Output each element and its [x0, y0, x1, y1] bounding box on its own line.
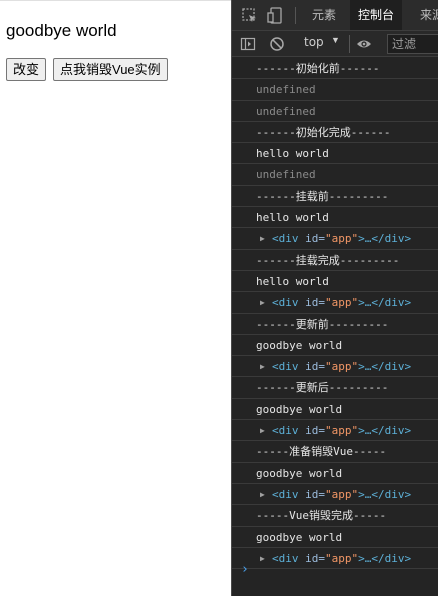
live-expression-eye-icon[interactable] [356, 36, 372, 52]
console-log-row: ------初始化完成------ [232, 122, 438, 144]
element-tag: <div id="app">…</div> [272, 360, 411, 373]
element-tag-part: <div [272, 551, 306, 565]
console-undefined-row: undefined [232, 101, 438, 122]
tab-console[interactable]: 控制台 [350, 0, 403, 30]
console-log-row: -----准备销毁Vue----- [232, 441, 438, 463]
console-log-row: hello world [232, 271, 438, 293]
devtools-panel: 元素 控制台 来源 top ▼ 过滤 ------初始化前------undef… [231, 0, 438, 596]
console-undefined-row: undefined [232, 79, 438, 101]
console-toolbar: top ▼ 过滤 [232, 31, 438, 57]
console-log-row: ------更新前--------- [232, 314, 438, 335]
element-tag-part: >…</div> [358, 424, 412, 438]
element-tag-part: <div [272, 360, 306, 374]
toolbar-divider [349, 35, 350, 53]
element-tag-part: id= [305, 296, 325, 310]
console-element-row[interactable]: ▶ <div id="app">…</div> [232, 548, 438, 570]
element-tag-part: "app" [325, 296, 359, 310]
expand-triangle-icon[interactable]: ▶ [260, 548, 265, 568]
console-log-row: hello world [232, 207, 438, 229]
console-filter-input[interactable]: 过滤 [387, 34, 438, 54]
console-element-row[interactable]: ▶ <div id="app">…</div> [232, 228, 438, 250]
console-log-row: ------初始化前------ [232, 58, 438, 80]
context-selector[interactable]: top [304, 35, 324, 49]
clear-console-icon[interactable] [269, 36, 285, 52]
console-log-row: goodbye world [232, 335, 438, 357]
devtools-tabbar: 元素 控制台 来源 [232, 0, 438, 31]
element-tag-part: id= [305, 360, 325, 374]
console-output: ------初始化前------ undefined undefined ------… [232, 58, 438, 596]
tab-sources[interactable]: 来源 [412, 0, 438, 30]
element-tag: <div id="app">…</div> [272, 296, 411, 309]
device-toolbar-icon[interactable] [267, 7, 284, 24]
element-tag-part: id= [305, 232, 325, 246]
console-element-row[interactable]: ▶ <div id="app">…</div> [232, 356, 438, 378]
element-tag: <div id="app">…</div> [272, 552, 411, 565]
element-tag-part: <div [272, 424, 306, 438]
expand-triangle-icon[interactable]: ▶ [260, 420, 265, 440]
element-tag-part: >…</div> [358, 551, 412, 565]
page-message: goodbye world [6, 21, 117, 40]
expand-triangle-icon[interactable]: ▶ [260, 292, 265, 312]
sidebar-toggle-icon[interactable] [240, 36, 256, 52]
console-log-row: goodbye world [232, 399, 438, 421]
element-tag-part: >…</div> [358, 232, 412, 246]
console-element-row[interactable]: ▶ <div id="app">…</div> [232, 420, 438, 442]
tabbar-divider [295, 7, 296, 24]
console-log-row: hello world [232, 143, 438, 165]
element-tag-part: id= [305, 424, 325, 438]
element-tag-part: >…</div> [358, 296, 412, 310]
console-undefined-row: undefined [232, 164, 438, 186]
expand-triangle-icon[interactable]: ▶ [260, 228, 265, 248]
element-tag-part: "app" [325, 487, 359, 501]
element-tag-part: <div [272, 232, 306, 246]
console-log-row: goodbye world [232, 527, 438, 548]
element-tag: <div id="app">…</div> [272, 424, 411, 437]
context-caret-icon[interactable]: ▼ [331, 35, 340, 45]
expand-triangle-icon[interactable]: ▶ [260, 484, 265, 504]
console-log-row: ------更新后--------- [232, 377, 438, 399]
element-tag-part: id= [305, 487, 325, 501]
console-element-row[interactable]: ▶ <div id="app">…</div> [232, 292, 438, 314]
element-tag-part: >…</div> [358, 360, 412, 374]
change-button[interactable]: 改变 [6, 58, 47, 81]
console-log-row: ------挂载完成--------- [232, 250, 438, 271]
element-tag-part: "app" [325, 360, 359, 374]
console-log-row: goodbye world [232, 463, 438, 484]
element-tag: <div id="app">…</div> [272, 232, 411, 245]
expand-triangle-icon[interactable]: ▶ [260, 356, 265, 376]
element-tag-part: "app" [325, 232, 359, 246]
console-log-row: ------挂载前--------- [232, 186, 438, 208]
element-tag-part: id= [305, 551, 325, 565]
console-log-row: -----Vue销毁完成----- [232, 505, 438, 527]
element-tag-part: <div [272, 296, 306, 310]
tab-elements[interactable]: 元素 [304, 0, 344, 30]
inspect-element-icon[interactable] [241, 7, 258, 24]
element-tag: <div id="app">…</div> [272, 488, 411, 501]
destroy-vue-button[interactable]: 点我销毁Vue实例 [53, 58, 168, 81]
web-page: goodbye world 改变 点我销毁Vue实例 [0, 0, 231, 596]
element-tag-part: <div [272, 487, 306, 501]
element-tag-part: "app" [325, 424, 359, 438]
console-prompt-icon[interactable]: › [241, 562, 249, 577]
console-element-row[interactable]: ▶ <div id="app">…</div> [232, 484, 438, 506]
element-tag-part: "app" [325, 551, 359, 565]
element-tag-part: >…</div> [358, 487, 412, 501]
